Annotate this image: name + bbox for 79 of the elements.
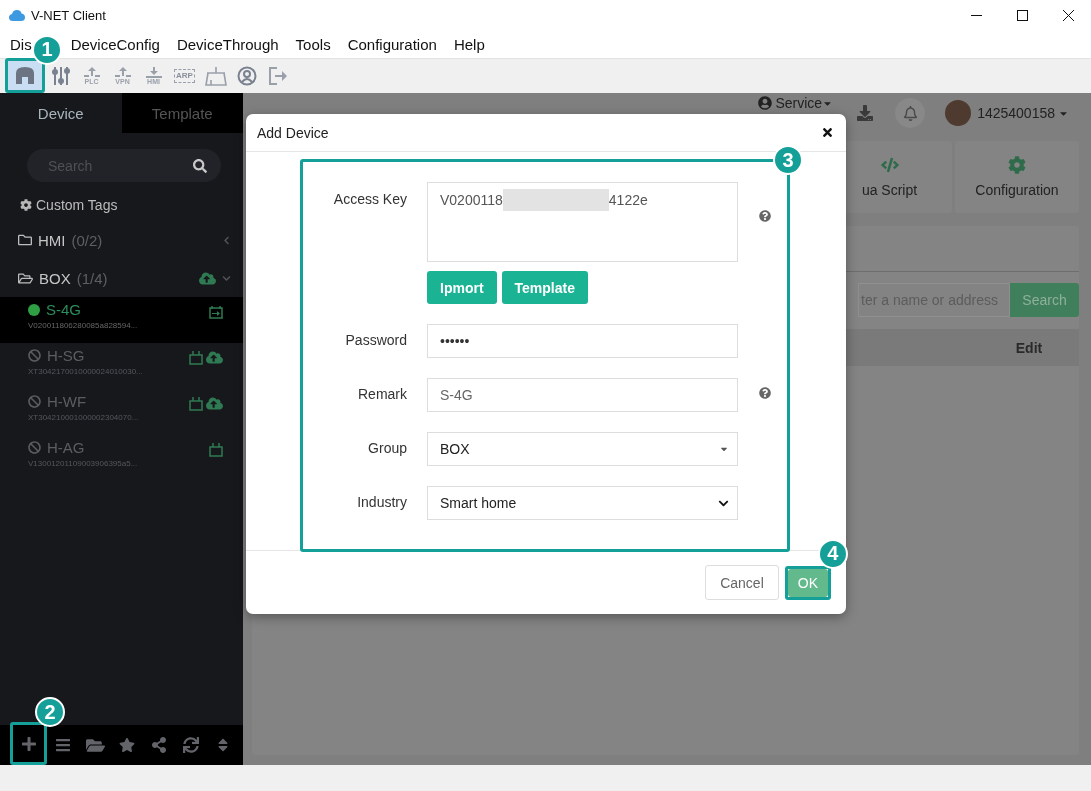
sidebar-tab[interactable]: Template xyxy=(121,93,243,133)
cloud-upload-icon xyxy=(206,349,223,366)
menu-item[interactable]: Configuration xyxy=(347,35,437,53)
select-field[interactable]: Smart home xyxy=(427,486,738,520)
service-menu[interactable]: Service xyxy=(758,95,834,111)
group-count: (1/4) xyxy=(76,269,109,287)
device-name: H-WF xyxy=(47,393,87,410)
step-badge: 4 xyxy=(817,538,848,569)
device-id: XT3042170010000024010030... xyxy=(28,367,144,376)
folder-icon xyxy=(18,233,32,247)
cloud-icon xyxy=(9,9,25,21)
form-button[interactable]: Ipmort xyxy=(427,271,497,304)
close-icon xyxy=(1062,9,1074,21)
plus-icon xyxy=(20,735,37,752)
search-icon xyxy=(193,158,207,173)
window-title: V-NET Client xyxy=(31,7,107,23)
device-item[interactable]: H-AG V13001201109003906395a5... xyxy=(0,435,243,481)
user-menu[interactable]: 1425400158 xyxy=(945,100,1069,126)
device-name: S-4G xyxy=(46,301,81,318)
group-name[interactable]: HMI xyxy=(38,231,66,249)
device-id: V13001201109003906395a5... xyxy=(28,459,139,468)
device-name: H-SG xyxy=(47,347,85,364)
maximize-icon xyxy=(1016,9,1028,21)
group-name[interactable]: BOX xyxy=(39,269,71,287)
star-icon xyxy=(119,737,135,753)
menu-item[interactable]: Dis xyxy=(10,35,32,53)
select-field[interactable]: BOX xyxy=(427,432,738,466)
cancel-button[interactable]: Cancel xyxy=(705,565,779,600)
exit-icon xyxy=(267,66,288,86)
code-icon xyxy=(880,156,899,174)
device-id: V020011806280085a828594... xyxy=(28,321,139,330)
step-badge: 3 xyxy=(773,145,803,175)
house-icon xyxy=(14,65,36,85)
custom-tags-link[interactable]: Custom Tags xyxy=(36,197,118,213)
device-item[interactable]: H-SG XT3042170010000024010030... xyxy=(0,343,243,389)
share-icon xyxy=(151,737,167,753)
device-id: XT304210001000002304070... xyxy=(28,413,140,422)
card-label: ua Script xyxy=(861,182,918,198)
field-label: Access Key xyxy=(332,190,407,207)
ok-button[interactable]: OK xyxy=(787,568,828,597)
text-field[interactable]: •••••• xyxy=(427,324,738,358)
gear-icon xyxy=(20,199,32,211)
access-key-field[interactable]: V0200118 4122e xyxy=(427,182,738,262)
column-header: Edit xyxy=(1014,338,1044,358)
field-label: Industry xyxy=(356,493,407,510)
field-label: Password xyxy=(344,331,407,348)
group-count: (0/2) xyxy=(71,231,104,249)
menu-item[interactable]: Help xyxy=(453,35,485,53)
menu-item[interactable]: Tools xyxy=(295,35,331,53)
close-button[interactable] xyxy=(821,126,834,139)
minimize-icon xyxy=(970,14,982,16)
step-badge: 2 xyxy=(35,697,65,727)
device-item[interactable]: H-WF XT304210001000002304070... xyxy=(0,389,243,435)
download-arrow-icon xyxy=(144,66,163,78)
upload-arrow-icon xyxy=(113,66,132,78)
user-icon xyxy=(236,66,257,86)
avatar xyxy=(945,100,972,126)
device-item[interactable]: S-4G V020011806280085a828594... xyxy=(0,297,243,343)
menu-item[interactable]: DeviceConfig xyxy=(70,35,160,53)
menu-item[interactable]: DeviceThrough xyxy=(176,35,279,53)
device-name: H-AG xyxy=(47,439,85,456)
dialog-title: Add Device xyxy=(257,124,330,141)
upload-arrow-icon xyxy=(82,66,101,78)
cloud-upload-icon xyxy=(206,395,223,412)
form-button[interactable]: Template xyxy=(501,271,588,304)
field-label: Remark xyxy=(357,385,407,402)
login-icon xyxy=(209,305,223,319)
bell-icon[interactable] xyxy=(902,105,918,121)
field-label: Group xyxy=(367,439,407,456)
card-label: Configuration xyxy=(975,182,1059,198)
sliders-icon xyxy=(50,65,71,87)
download-icon[interactable] xyxy=(857,105,874,121)
list-icon xyxy=(55,737,71,753)
text-field[interactable]: S-4G xyxy=(427,378,738,412)
feature-card[interactable]: Configuration xyxy=(955,141,1079,213)
gear-icon xyxy=(1008,156,1026,174)
toolbar-button[interactable]: ARP xyxy=(169,64,200,88)
sync-icon xyxy=(183,737,199,753)
network-icon xyxy=(204,66,227,86)
